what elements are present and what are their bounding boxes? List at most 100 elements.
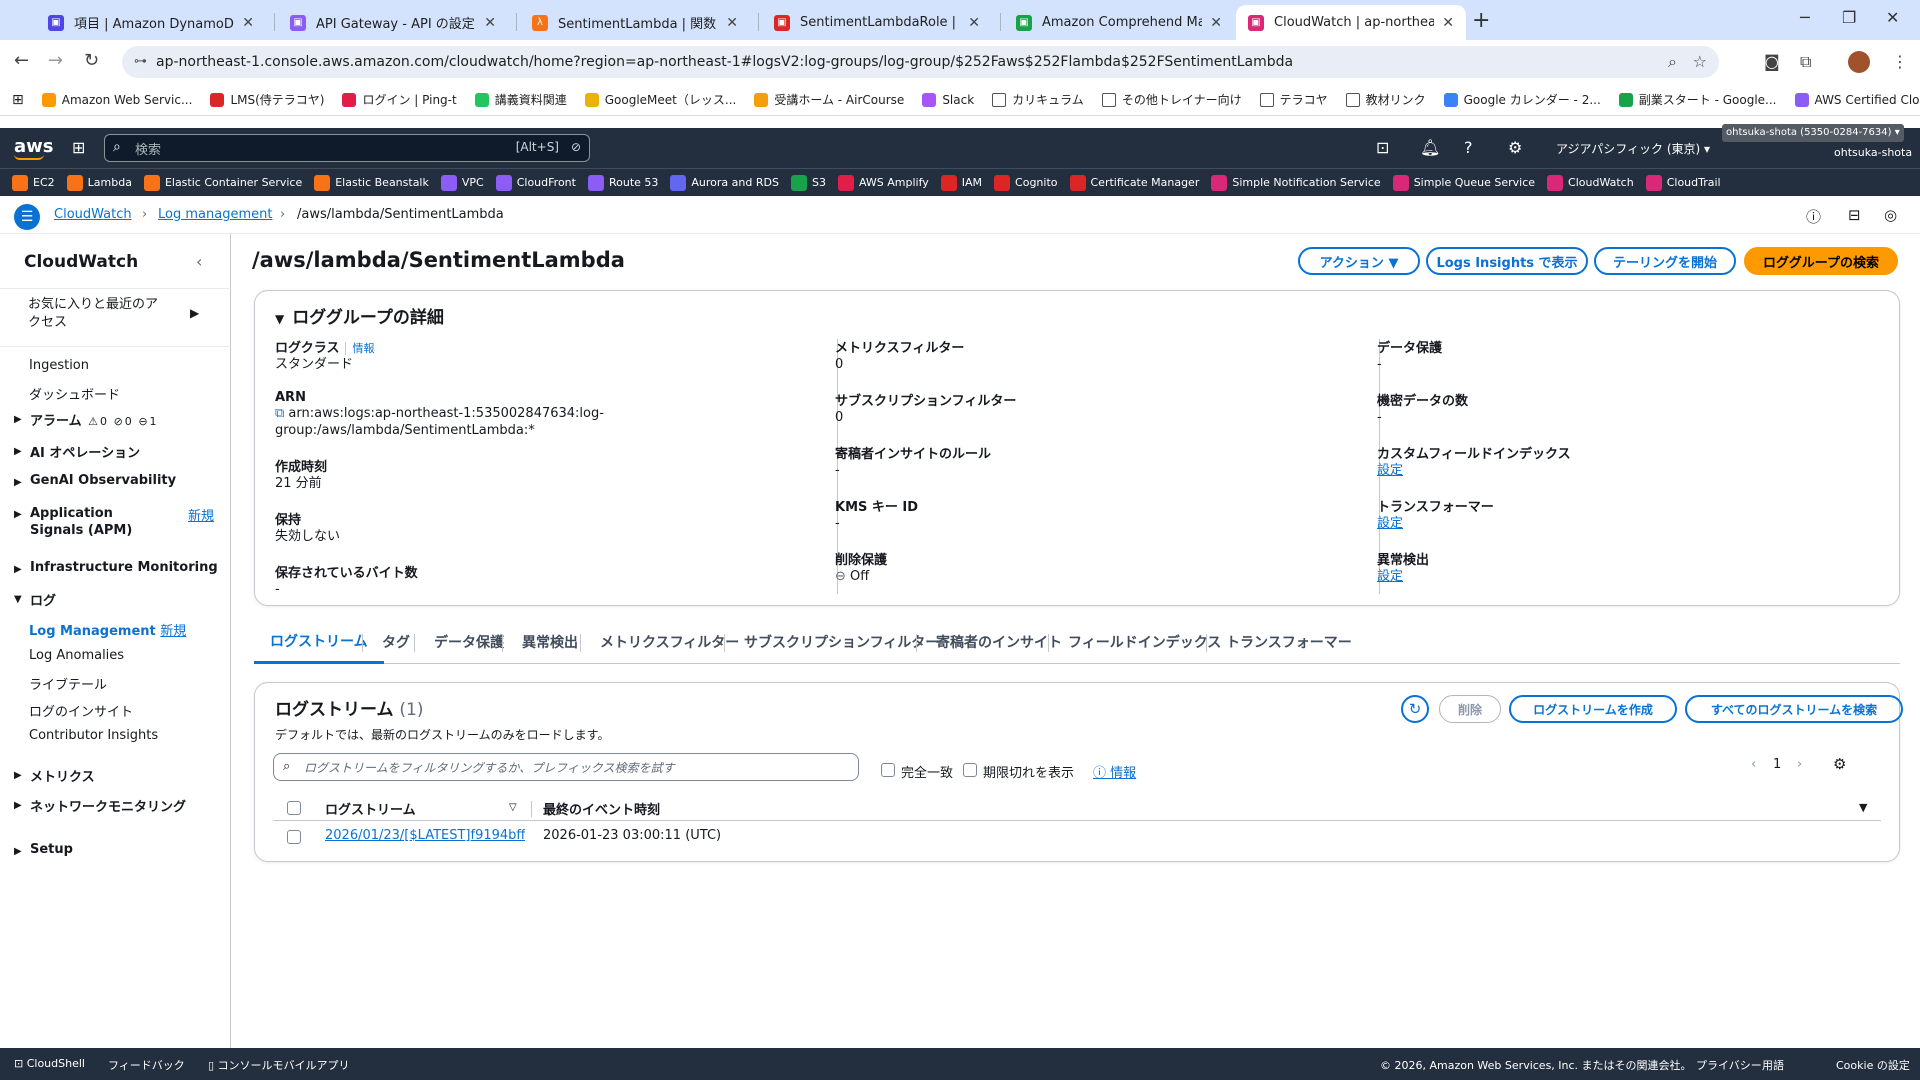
settings-gear-icon[interactable]: ⚙ <box>1508 138 1522 157</box>
new-badge[interactable]: 新規 <box>188 505 214 524</box>
browser-tab-iam[interactable]: ▣SentimentLambdaRole | IAM | G✕ <box>762 5 992 40</box>
site-info-icon[interactable]: ⊶ <box>134 54 147 69</box>
close-tab-icon[interactable]: ✕ <box>1442 15 1454 31</box>
caret-right-icon[interactable]: ▶ <box>14 414 22 425</box>
bookmark-item[interactable]: GoogleMeet（レッス... <box>584 91 736 108</box>
col-stream-header[interactable]: ログストリーム <box>325 799 416 818</box>
service-shortcut[interactable]: S3 <box>790 174 826 191</box>
cloudshell-link[interactable]: ⊡ CloudShell <box>14 1057 85 1070</box>
close-tab-icon[interactable]: ✕ <box>726 15 738 31</box>
start-tailing-button[interactable]: テーリングを開始 <box>1594 247 1736 275</box>
feedback-link[interactable]: フィードバック <box>108 1057 185 1073</box>
next-page-icon[interactable]: › <box>1797 757 1802 772</box>
caret-right-icon[interactable]: ▶ <box>14 477 22 488</box>
caret-right-icon[interactable]: ▶ <box>14 564 22 575</box>
service-shortcut[interactable]: VPC <box>440 174 484 191</box>
terms-link[interactable]: 用語 <box>1762 1057 1784 1073</box>
apps-icon[interactable]: ⊞ <box>12 92 24 108</box>
services-grid-icon[interactable]: ⊞ <box>72 138 85 157</box>
bookmark-item[interactable]: 講義資料関連 <box>474 91 567 108</box>
page-number[interactable]: 1 <box>1773 757 1781 772</box>
select-all-checkbox[interactable] <box>287 801 301 815</box>
browser-tab-cloudwatch[interactable]: ▣CloudWatch | ap-northeast-1✕ <box>1236 5 1466 40</box>
aws-logo[interactable]: aws <box>14 136 54 160</box>
sidebar-favorites[interactable]: お気に入りと最近のアクセス <box>28 296 168 332</box>
search-settings-icon[interactable]: ⊘ <box>571 140 581 154</box>
sidebar-item-app-signals[interactable]: Application Signals (APM) <box>30 505 170 539</box>
search-log-group-button[interactable]: ロググループの検索 <box>1744 247 1898 275</box>
bookmark-item[interactable]: テラコヤ <box>1259 91 1328 108</box>
caret-right-icon[interactable]: ▶ <box>14 509 22 520</box>
sidebar-item-metrics[interactable]: メトリクス <box>30 766 95 785</box>
create-stream-button[interactable]: ログストリームを作成 <box>1509 695 1677 723</box>
caret-right-icon[interactable]: ▶ <box>14 800 22 811</box>
search-all-streams-button[interactable]: すべてのログストリームを検索 <box>1685 695 1903 723</box>
service-shortcut[interactable]: Lambda <box>66 174 132 191</box>
mobile-app-link[interactable]: ▯ コンソールモバイルアプリ <box>208 1057 350 1073</box>
reload-icon[interactable]: ↻ <box>84 50 99 71</box>
tab-8[interactable]: トランスフォーマー <box>1210 620 1368 664</box>
bookmark-item[interactable]: LMS(侍テラコヤ) <box>210 91 324 108</box>
browser-tab-lambda[interactable]: λSentimentLambda | 関数 | Lamb✕ <box>520 5 750 40</box>
exact-match-checkbox[interactable] <box>881 763 895 777</box>
service-shortcut[interactable]: CloudTrail <box>1645 174 1721 191</box>
detail-value[interactable]: 設定 <box>1377 462 1717 479</box>
breadcrumb-cloudwatch[interactable]: CloudWatch <box>54 207 132 222</box>
tab-0[interactable]: ログストリーム <box>254 620 384 664</box>
info-panel-icon[interactable]: ⓘ <box>1806 206 1821 227</box>
detail-value[interactable]: 設定 <box>1377 515 1717 532</box>
sidebar-item-log-anomalies[interactable]: Log Anomalies <box>29 648 124 663</box>
bookmark-item[interactable]: カリキュラム <box>992 91 1084 108</box>
tab-2[interactable]: データ保護 <box>418 620 520 664</box>
info-link[interactable]: 情報 <box>345 342 375 355</box>
close-tab-icon[interactable]: ✕ <box>484 15 496 31</box>
table-settings-icon[interactable]: ⚙ <box>1833 755 1846 773</box>
detail-value[interactable]: 設定 <box>1377 568 1717 585</box>
sidebar-close-icon[interactable]: ‹ <box>196 252 202 271</box>
refresh-icon[interactable]: ↻ <box>1401 695 1429 723</box>
restore-icon[interactable]: ❐ <box>1842 8 1856 27</box>
camera-icon[interactable]: ◙ <box>1764 52 1780 71</box>
bookmark-item[interactable]: ログイン | Ping-t <box>342 91 457 108</box>
logs-insights-button[interactable]: Logs Insights で表示 <box>1426 247 1588 275</box>
caret-right-icon[interactable]: ▶ <box>14 446 22 457</box>
service-shortcut[interactable]: AWS Amplify <box>837 174 929 191</box>
bookmark-item[interactable]: AWS Certified Cloud... <box>1794 92 1920 107</box>
service-shortcut[interactable]: Cognito <box>994 174 1058 191</box>
prev-page-icon[interactable]: ‹ <box>1751 757 1756 772</box>
zoom-icon[interactable]: ⌕ <box>1668 52 1677 72</box>
delete-button[interactable]: 削除 <box>1439 695 1501 723</box>
service-shortcut[interactable]: Elastic Beanstalk <box>314 174 429 191</box>
bookmark-item[interactable]: Google カレンダー - 2... <box>1443 91 1601 108</box>
close-tab-icon[interactable]: ✕ <box>1210 15 1222 31</box>
service-shortcut[interactable]: EC2 <box>12 174 55 191</box>
sidebar-item-infra[interactable]: Infrastructure Monitoring <box>30 560 218 575</box>
tab-1[interactable]: タグ <box>366 620 426 664</box>
menu-icon[interactable]: ☰ <box>14 204 40 230</box>
sidebar-item-live-tail[interactable]: ライブテール <box>29 674 107 693</box>
stream-filter-input[interactable]: ⌕ ログストリームをフィルタリングするか、プレフィックス検索を試す <box>273 753 859 781</box>
browser-menu-icon[interactable]: ⋮ <box>1892 52 1908 71</box>
copy-icon[interactable]: ⧉ <box>275 406 288 421</box>
sidebar-item-ingestion[interactable]: Ingestion <box>29 358 89 373</box>
notifications-bell-icon[interactable]: 🔔︎ <box>1420 138 1440 157</box>
stream-link[interactable]: 2026/01/23/[$LATEST]f9194bff4 <box>325 828 525 843</box>
bookmark-item[interactable]: 副業スタート - Google... <box>1618 91 1777 108</box>
help-icon[interactable]: ? <box>1464 138 1473 157</box>
bookmark-item[interactable]: 教材リンク <box>1345 91 1426 108</box>
new-badge[interactable]: 新規 <box>160 624 186 639</box>
privacy-link[interactable]: プライバシー <box>1696 1057 1762 1073</box>
extensions-icon[interactable]: ⧉ <box>1800 52 1811 72</box>
new-tab-icon[interactable]: + <box>1472 8 1490 33</box>
account-badge[interactable]: ohtsuka-shota (5350-0284-7634) ▾ <box>1722 124 1904 142</box>
actions-button[interactable]: アクション ▼ <box>1298 247 1420 275</box>
sidebar-item-dashboard[interactable]: ダッシュボード <box>29 384 120 403</box>
col-time-header[interactable]: 最終のイベント時刻 <box>543 799 660 818</box>
minimize-icon[interactable]: ─ <box>1800 8 1810 27</box>
caret-right-icon[interactable]: ▶ <box>190 306 199 320</box>
sidebar-item-contributor-insights[interactable]: Contributor Insights <box>29 728 158 743</box>
info-link[interactable]: ⓘ 情報 <box>1093 762 1136 781</box>
sidebar-item-ai-operations[interactable]: AI オペレーション <box>30 442 140 461</box>
service-shortcut[interactable]: CloudWatch <box>1547 174 1634 191</box>
breadcrumb-log-management[interactable]: Log management <box>158 207 272 222</box>
